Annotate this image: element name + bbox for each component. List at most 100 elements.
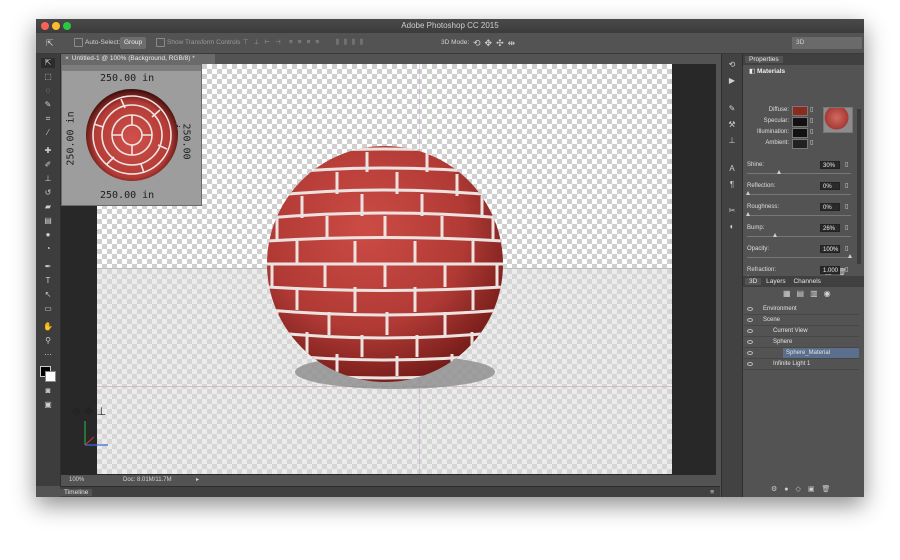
- move-tool-icon[interactable]: ⇱: [41, 58, 55, 68]
- distribute-icons[interactable]: ≡≡≡≡: [289, 37, 324, 49]
- axis-gizmo[interactable]: [82, 419, 112, 449]
- texture-folder-icon[interactable]: ▯: [845, 245, 848, 252]
- texture-folder-icon[interactable]: ▯: [810, 106, 813, 113]
- move-tool-icon[interactable]: ⇱: [46, 37, 54, 49]
- background-color-swatch[interactable]: [45, 371, 56, 382]
- distribute-more-icons[interactable]: ⫼⫼⫼⫼: [336, 37, 368, 49]
- timeline-panel[interactable]: Timeline ≡: [60, 486, 720, 497]
- hand-tool-icon[interactable]: ✋: [41, 322, 55, 332]
- 3d-panel-footer-icons[interactable]: ⚙●◇▣🗑: [771, 485, 837, 493]
- texture-folder-icon[interactable]: ▯: [845, 224, 848, 231]
- texture-folder-icon[interactable]: ▯: [810, 128, 813, 135]
- tab-3d[interactable]: 3D: [745, 278, 762, 285]
- crop-tool-icon[interactable]: ⌗: [41, 114, 55, 124]
- quick-select-tool-icon[interactable]: ✎: [41, 100, 55, 110]
- path-select-tool-icon[interactable]: ↖: [41, 290, 55, 300]
- tab-layers[interactable]: Layers: [763, 278, 789, 285]
- texture-folder-icon[interactable]: ▯: [810, 139, 813, 146]
- eraser-tool-icon[interactable]: ▰: [41, 202, 55, 212]
- gradient-tool-icon[interactable]: ▤: [41, 216, 55, 226]
- character-panel-icon[interactable]: A: [726, 164, 738, 174]
- more-tools-icon[interactable]: ⋯: [41, 350, 55, 360]
- close-window-button[interactable]: [41, 22, 49, 30]
- shape-tool-icon[interactable]: ▭: [41, 304, 55, 314]
- material-color-swatch[interactable]: [792, 106, 808, 116]
- material-param-field[interactable]: 26%: [820, 224, 840, 232]
- material-param-slider[interactable]: [747, 173, 851, 174]
- timeline-tab[interactable]: Timeline: [60, 489, 93, 496]
- history-brush-tool-icon[interactable]: ↺: [41, 188, 55, 198]
- clone-source-icon[interactable]: ⊥: [726, 136, 738, 146]
- scene-filter-icons[interactable]: ▦▤▥◉: [783, 289, 837, 298]
- tab-channels[interactable]: Channels: [790, 278, 823, 285]
- material-param-slider[interactable]: [747, 236, 851, 237]
- material-color-swatch[interactable]: [792, 128, 808, 138]
- visibility-eye-icon[interactable]: [747, 351, 753, 355]
- slider-thumb[interactable]: [776, 170, 781, 174]
- adjustments-panel-icon[interactable]: ◐: [726, 222, 738, 232]
- material-color-swatch[interactable]: [792, 139, 808, 149]
- slider-thumb[interactable]: [746, 191, 750, 195]
- eyedropper-tool-icon[interactable]: ⁄: [41, 128, 55, 138]
- paragraph-panel-icon[interactable]: ¶: [726, 180, 738, 190]
- scene-item-row[interactable]: Environment: [743, 304, 859, 315]
- material-param-field[interactable]: 100%: [820, 245, 840, 253]
- panel-menu-icon[interactable]: ≡: [710, 487, 714, 497]
- quick-mask-icon[interactable]: ◙: [41, 386, 55, 396]
- scene-item-row[interactable]: Current View: [743, 326, 859, 337]
- stamp-tool-icon[interactable]: ⊥: [41, 174, 55, 184]
- brush-tool-icon[interactable]: ✐: [41, 160, 55, 170]
- zoom-window-button[interactable]: [63, 22, 71, 30]
- texture-folder-icon[interactable]: ▯: [845, 161, 848, 168]
- visibility-eye-icon[interactable]: [747, 307, 753, 311]
- type-tool-icon[interactable]: T: [41, 276, 55, 286]
- material-param-slider[interactable]: [747, 215, 851, 216]
- tool-presets-icon[interactable]: ⚒: [726, 120, 738, 130]
- blur-tool-icon[interactable]: ●: [41, 230, 55, 240]
- material-preview-thumbnail[interactable]: [823, 107, 853, 133]
- texture-folder-icon[interactable]: ▯: [845, 182, 848, 189]
- lasso-tool-icon[interactable]: ◌: [41, 86, 55, 96]
- history-panel-icon[interactable]: ⟲: [726, 60, 738, 70]
- scene-item-row[interactable]: Scene: [743, 315, 859, 326]
- workspace-dropdown[interactable]: 3D: [792, 37, 862, 49]
- zoom-tool-icon[interactable]: ⚲: [41, 336, 55, 346]
- material-param-field[interactable]: 0%: [820, 203, 840, 211]
- visibility-eye-icon[interactable]: [747, 318, 753, 322]
- visibility-eye-icon[interactable]: [747, 340, 753, 344]
- slider-thumb[interactable]: [848, 254, 852, 258]
- scene-item-row[interactable]: Infinite Light 1: [743, 359, 859, 370]
- secondary-view-thumbnail[interactable]: 250.00 in 250.00 in 250.00 in 250.00 in: [61, 64, 202, 206]
- minimize-window-button[interactable]: [52, 22, 60, 30]
- brush-panel-icon[interactable]: ✎: [726, 104, 738, 114]
- visibility-eye-icon[interactable]: [747, 362, 753, 366]
- material-param-slider[interactable]: [747, 194, 851, 195]
- auto-select-checkbox[interactable]: [74, 38, 83, 47]
- status-menu-arrow-icon[interactable]: ▸: [196, 475, 199, 485]
- brick-sphere[interactable]: [267, 144, 507, 404]
- slider-thumb[interactable]: [746, 212, 750, 216]
- actions-panel-icon[interactable]: ▶: [726, 76, 738, 86]
- texture-folder-icon[interactable]: ▯: [810, 117, 813, 124]
- scene-item-row[interactable]: Sphere: [743, 337, 859, 348]
- material-param-slider[interactable]: [747, 257, 851, 258]
- visibility-eye-icon[interactable]: [747, 329, 753, 333]
- dodge-tool-icon[interactable]: ◔: [41, 244, 55, 254]
- 3d-navigation-widget[interactable]: ⊕ ✥ ⊥: [72, 405, 106, 418]
- auto-select-dropdown[interactable]: Group: [120, 37, 147, 49]
- material-param-field[interactable]: 0%: [820, 182, 840, 190]
- material-param-field[interactable]: 30%: [820, 161, 840, 169]
- close-tab-icon[interactable]: ×: [65, 55, 69, 62]
- healing-tool-icon[interactable]: ✚: [41, 146, 55, 156]
- properties-tab[interactable]: Properties: [745, 56, 783, 63]
- transform-controls-checkbox[interactable]: [156, 38, 165, 47]
- zoom-level[interactable]: 100%: [69, 475, 84, 485]
- screen-mode-icon[interactable]: ▣: [41, 400, 55, 410]
- material-param-field[interactable]: 1.000: [820, 266, 840, 274]
- 3d-mode-icons[interactable]: ⟲✥✣⇹: [473, 37, 519, 49]
- scene-item-row[interactable]: Sphere_Material: [743, 348, 859, 359]
- texture-folder-icon[interactable]: ▯: [845, 203, 848, 210]
- material-color-swatch[interactable]: [792, 117, 808, 127]
- align-icons[interactable]: ⊤⊥⊢⊣: [243, 37, 286, 49]
- pen-tool-icon[interactable]: ✒: [41, 262, 55, 272]
